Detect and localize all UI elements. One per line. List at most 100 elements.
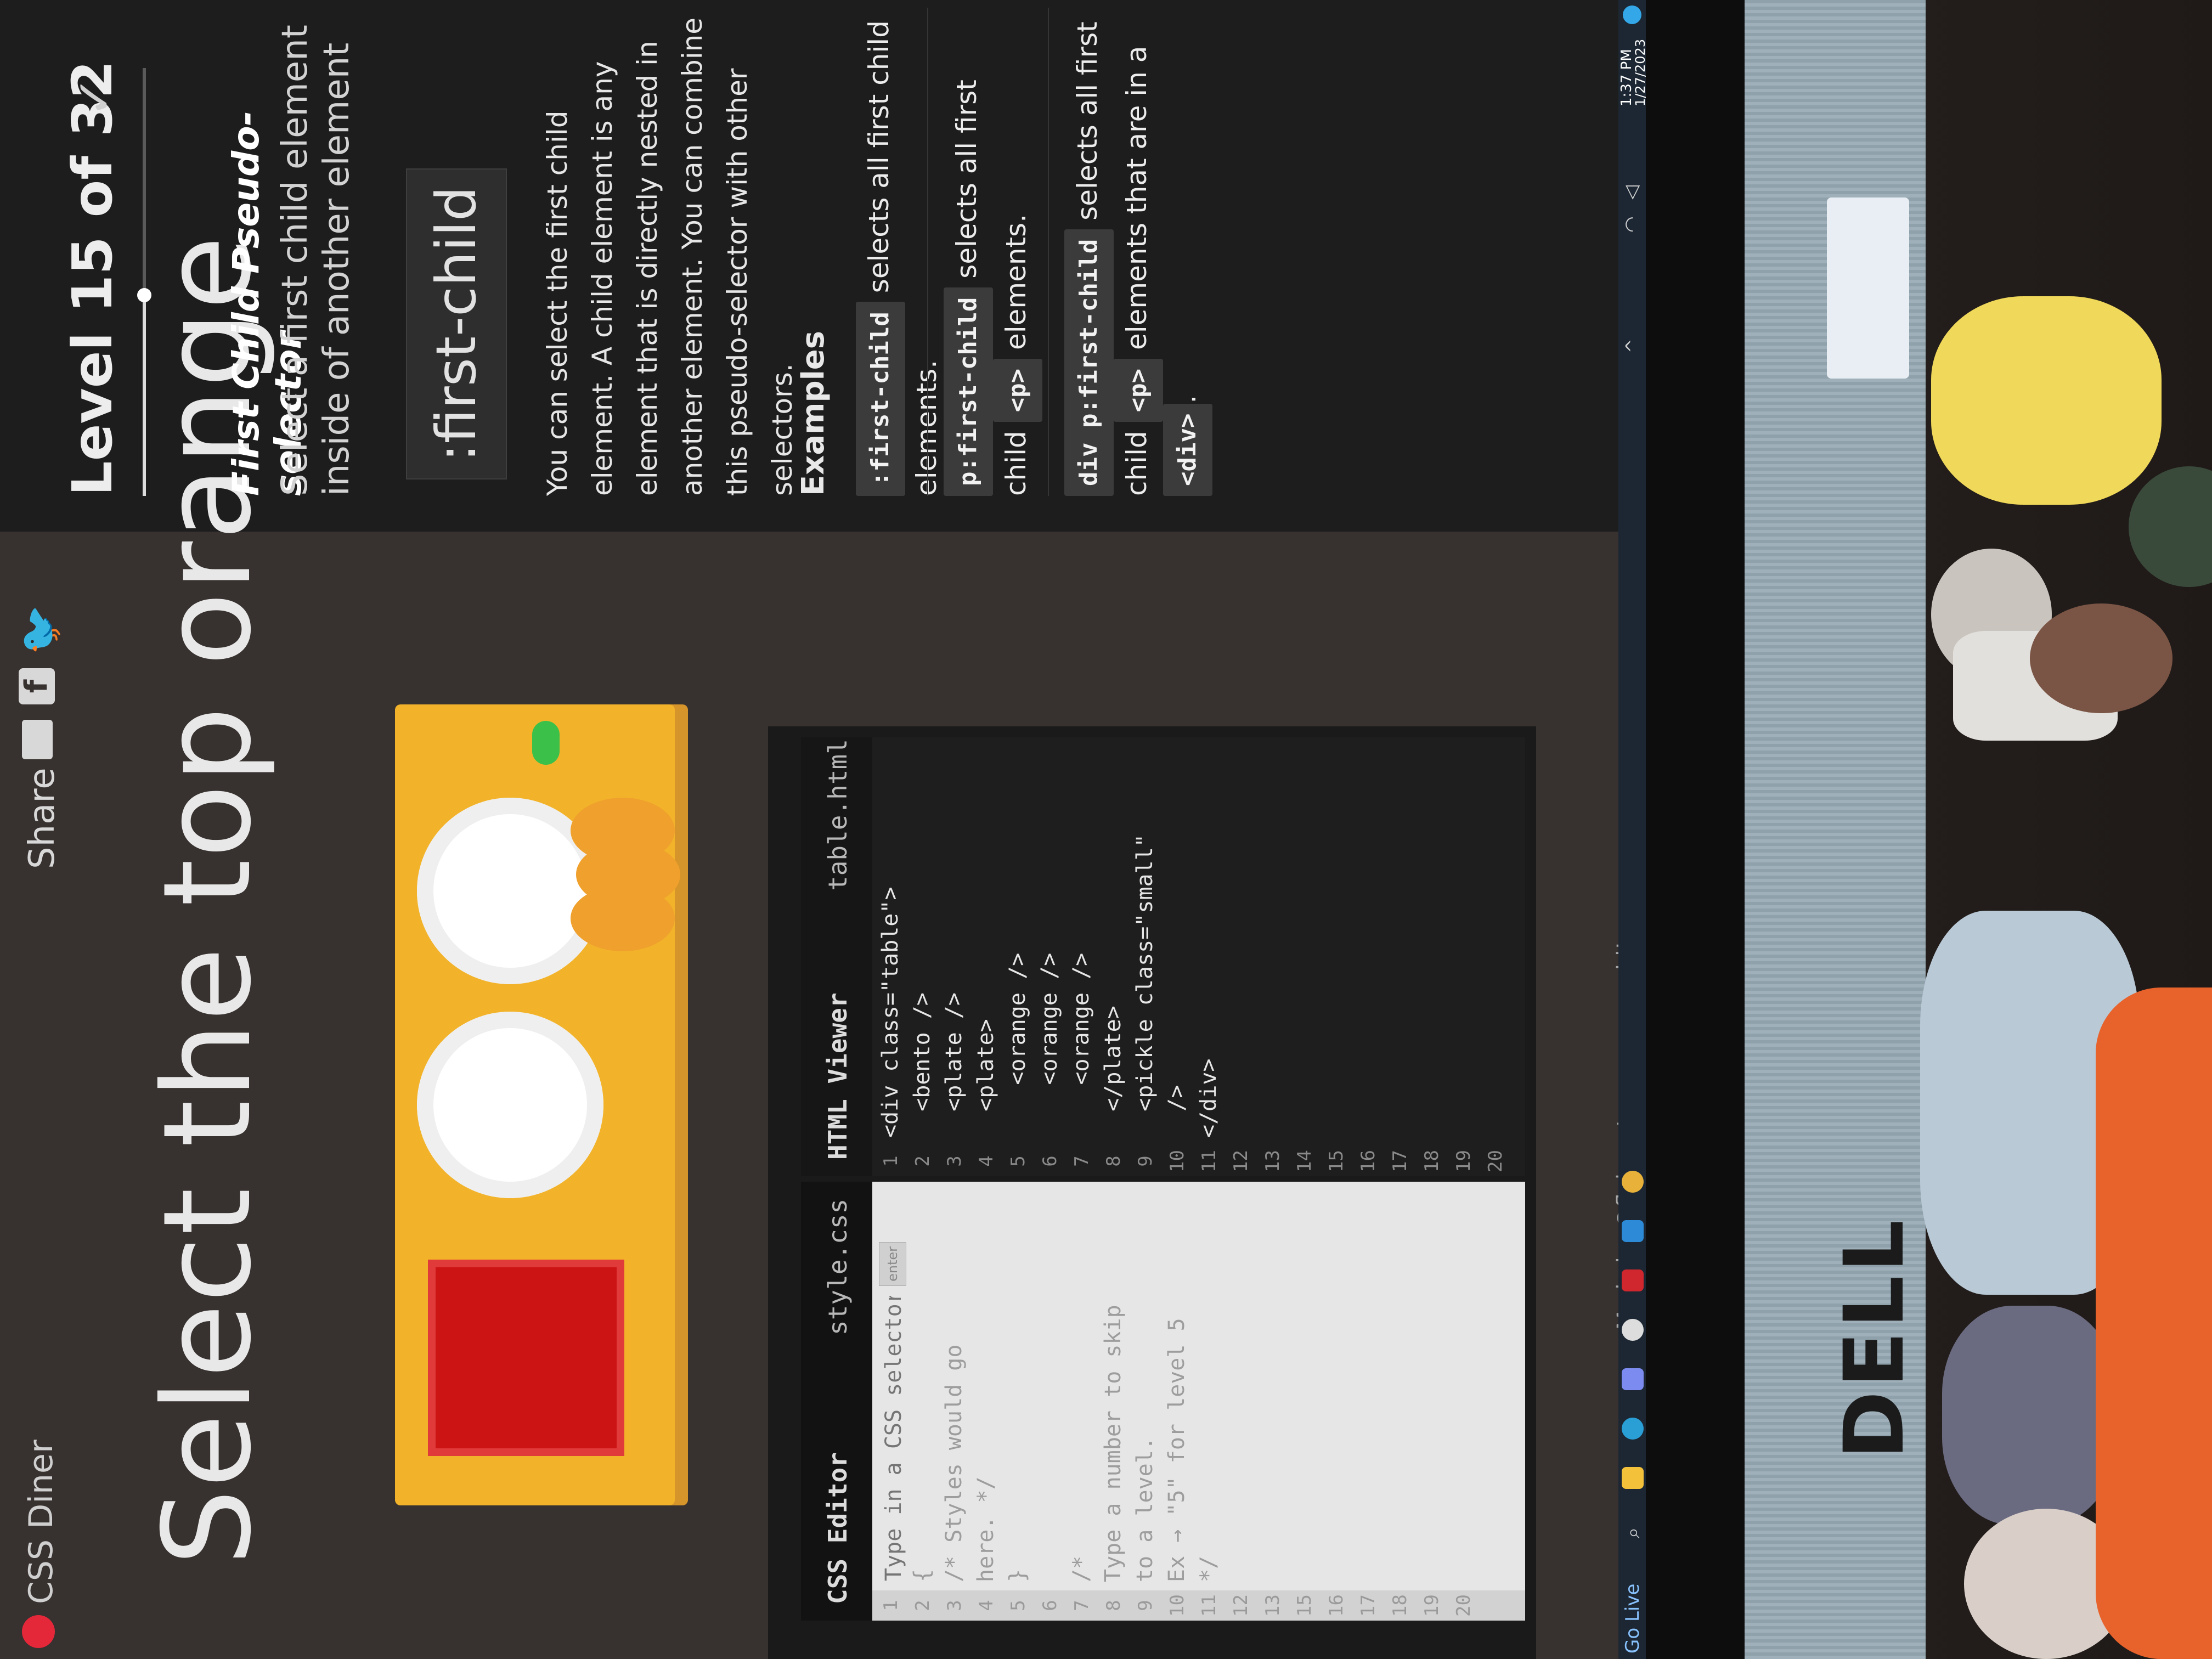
html-line-number: 13 <box>1262 1150 1284 1172</box>
css-code-line: /* Styles would go <box>941 1344 967 1582</box>
html-line-number: 4 <box>975 1155 997 1167</box>
orange[interactable] <box>571 798 675 864</box>
css-editor-body: 12345678910111213151617181920 enter {/* … <box>872 1182 1525 1621</box>
examples-heading: Examples <box>795 330 831 496</box>
css-line-number: 11 <box>1198 1594 1220 1617</box>
html-line-number: 18 <box>1421 1150 1443 1172</box>
level-complete-check-icon: ✓ <box>66 76 123 117</box>
css-line-number: 13 <box>1262 1594 1284 1617</box>
html-line-number: 9 <box>1135 1155 1156 1167</box>
example-text: elements. <box>1000 213 1032 359</box>
carrot-figurine <box>2096 988 2212 1659</box>
html-code-line[interactable]: </plate> <box>1101 1006 1126 1138</box>
html-line-number: 20 <box>1485 1150 1506 1172</box>
example-item: p:first-child selects all first child <p… <box>944 8 1042 496</box>
css-line-number: 4 <box>975 1600 997 1611</box>
editor-window: CSS Editor style.css 1 2 3 4 5 6 7 8 9 10 11 12 13 15… <box>768 726 1536 1659</box>
go-live-button[interactable]: Go Live <box>1622 1584 1644 1654</box>
vscode-icon[interactable] <box>1622 1220 1644 1242</box>
css-line-number: 7 <box>1071 1600 1093 1611</box>
css-line-number: 3 <box>944 1600 966 1611</box>
css-line-number: 16 <box>1325 1594 1347 1617</box>
search-icon[interactable]: ⌕ <box>1622 1527 1645 1538</box>
html-viewer-header: HTML Viewer table.html <box>801 737 867 1176</box>
css-line-number: 6 <box>1039 1600 1061 1611</box>
enter-button[interactable]: enter <box>879 1242 906 1286</box>
css-line-number: 15 <box>1294 1594 1316 1617</box>
css-line-number: 18 <box>1389 1594 1411 1617</box>
twitter-icon[interactable]: 🐦 <box>16 605 64 655</box>
css-code-line: here. */ <box>973 1476 998 1582</box>
html-line-number: 11 <box>1198 1150 1220 1172</box>
windows-taskbar: Go Live ⌕ ^ ◠ ◁ 1:37 PM 1/27/2023 <box>1618 0 1646 1659</box>
example-code: div p:first-child <box>1064 229 1114 496</box>
html-line-number: 5 <box>1007 1155 1029 1167</box>
store-icon[interactable] <box>1622 1368 1644 1390</box>
html-line-number: 16 <box>1357 1150 1379 1172</box>
photo: DELL CSS Diner Share f 🐦 Select the top … <box>0 0 2212 1659</box>
notification-icon[interactable] <box>1623 5 1641 24</box>
html-code-line[interactable]: <orange /> <box>1037 953 1062 1138</box>
html-line-number: 6 <box>1039 1155 1061 1167</box>
example-item: :first-child selects all first child ele… <box>856 8 948 496</box>
wifi-icon[interactable]: ◠ <box>1621 216 1643 233</box>
html-code-line[interactable]: <plate /> <box>941 992 967 1138</box>
html-code-line[interactable]: <div class="table"> <box>878 887 903 1138</box>
selector-syntax-badge: :first-child <box>406 168 507 479</box>
css-line-number: 9 <box>1135 1600 1156 1611</box>
facebook-icon[interactable]: f <box>19 668 55 704</box>
html-code-line[interactable]: <orange /> <box>1005 953 1030 1138</box>
mcafee-icon[interactable] <box>1622 1269 1644 1291</box>
css-line-number: 2 <box>912 1600 934 1611</box>
app-title: CSS Diner <box>22 1440 60 1604</box>
css-editor-title: CSS Editor <box>823 1452 853 1604</box>
css-code-line: Ex → "5" for level 5 <box>1164 1318 1189 1582</box>
level-indicator[interactable]: Level 15 of 32 <box>60 60 125 496</box>
clock-date[interactable]: 1/27/2023 <box>1633 39 1646 106</box>
chevron-up-icon[interactable]: ^ <box>1622 338 1643 353</box>
monitor-brand-logo: DELL <box>1827 1216 1922 1459</box>
html-line-number: 12 <box>1230 1150 1252 1172</box>
chrome-icon[interactable] <box>1622 1171 1644 1193</box>
example-item: div p:first-child selects all first chil… <box>1064 8 1212 496</box>
css-editor-header: CSS Editor style.css <box>801 1182 867 1621</box>
html-line-number: 15 <box>1325 1150 1347 1172</box>
edge-icon[interactable] <box>1622 1418 1644 1440</box>
volume-icon[interactable]: ◁ <box>1621 185 1643 200</box>
dell-app-icon[interactable] <box>1622 1319 1644 1341</box>
css-code-line: { <box>910 1568 935 1582</box>
pickle-small[interactable] <box>532 721 560 765</box>
example-divider <box>1048 8 1049 496</box>
file-explorer-icon[interactable] <box>1622 1467 1644 1489</box>
html-line-number: 8 <box>1103 1155 1125 1167</box>
example-code: <p> <box>1114 358 1163 422</box>
html-line-number: 14 <box>1294 1150 1316 1172</box>
css-line-number: 10 <box>1166 1594 1188 1617</box>
html-code-line[interactable]: /> <box>1164 1085 1189 1138</box>
css-selector-input[interactable] <box>878 1295 910 1582</box>
html-line-number: 1 <box>880 1155 902 1167</box>
html-line-number: 7 <box>1071 1155 1093 1167</box>
css-line-number: 8 <box>1103 1600 1125 1611</box>
html-code-line[interactable]: </div> <box>1196 1059 1221 1138</box>
html-viewer-title: HTML Viewer <box>823 992 853 1160</box>
bento-box[interactable] <box>428 1260 624 1456</box>
lesson-subtitle: Select a first child element inside of a… <box>275 25 357 496</box>
html-code-line[interactable]: <bento /> <box>910 992 935 1138</box>
brown-figurine <box>2030 603 2172 713</box>
html-code-line[interactable]: <orange /> <box>1069 953 1094 1138</box>
html-code-line[interactable]: <plate> <box>973 1019 998 1138</box>
example-code: p:first-child <box>944 287 993 496</box>
monitor-screen: CSS Diner Share f 🐦 Select the top orang… <box>0 0 1646 1659</box>
css-diner-logo-icon <box>22 1615 55 1648</box>
plate[interactable] <box>417 1012 603 1198</box>
css-editor-pane: CSS Editor style.css 1 2 3 4 5 6 7 8 9 10 11 12 13 15… <box>801 1182 1525 1621</box>
mail-icon[interactable] <box>22 720 53 759</box>
level-progress-bar <box>137 68 151 496</box>
share-label: Share <box>22 768 63 869</box>
html-code-line[interactable]: <pickle class="small" <box>1132 834 1158 1138</box>
css-line-number: 19 <box>1421 1594 1443 1617</box>
example-divider <box>927 8 928 496</box>
css-line-number: 5 <box>1007 1600 1029 1611</box>
dinner-table <box>395 704 680 1505</box>
